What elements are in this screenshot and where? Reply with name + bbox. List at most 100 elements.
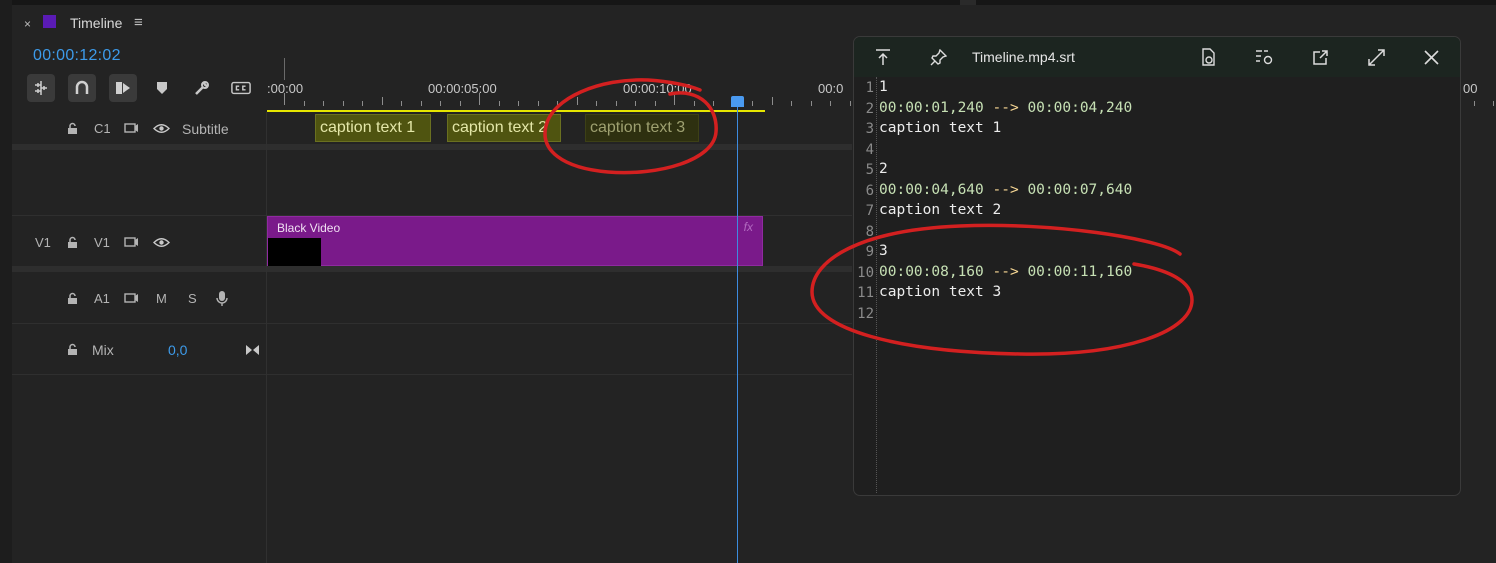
code-line: 00:00:08,160 --> 00:00:11,160 [879, 264, 1132, 280]
microphone-icon[interactable] [215, 289, 229, 307]
panel-top-border [12, 0, 1496, 5]
mix-label: Mix [92, 342, 114, 358]
ruler-label: 00 [1463, 81, 1478, 96]
ruler-tick [849, 101, 851, 106]
tab-title[interactable]: Timeline [70, 15, 122, 31]
caption-clip[interactable]: caption text 3 [585, 114, 699, 142]
insert-sequence-icon[interactable] [27, 74, 55, 102]
track-name-subtitle[interactable]: Subtitle [182, 121, 229, 137]
eye-icon[interactable] [152, 235, 170, 249]
ruler-tick [1493, 101, 1494, 106]
eye-icon[interactable] [152, 121, 170, 135]
timecode-arrow: --> [992, 182, 1019, 198]
solo-button[interactable]: S [188, 291, 197, 306]
ruler-tick [537, 101, 539, 106]
line-number: 6 [865, 183, 874, 199]
ruler-tick [674, 93, 675, 105]
lock-icon[interactable] [65, 342, 79, 356]
code-line: 00:00:01,240 --> 00:00:04,240 [879, 100, 1132, 116]
share-icon[interactable] [1309, 46, 1331, 68]
ruler-tick [440, 101, 441, 106]
caption-clip[interactable]: caption text 2 [447, 114, 561, 142]
ruler-tick [401, 101, 402, 106]
timecode-arrow: --> [992, 264, 1019, 280]
ruler-tick [654, 101, 656, 106]
expand-icon[interactable] [1365, 46, 1387, 68]
ruler-tick [771, 97, 773, 105]
timecode-end: 00:00:07,640 [1027, 182, 1133, 198]
line-number: 3 [865, 121, 874, 137]
bowtie-icon[interactable] [244, 343, 260, 357]
ruler-tick [810, 101, 812, 106]
ruler-tick [752, 101, 753, 106]
ruler-tick [479, 93, 480, 105]
line-number: 9 [865, 244, 874, 260]
ruler-tick [342, 101, 344, 106]
code-line: caption text 2 [879, 202, 1002, 218]
notepad-window: Timeline.mp4.srt 1 2 3 4 5 6 7 8 9 10 11… [853, 36, 1461, 496]
line-number: 12 [857, 306, 874, 322]
caption-clip[interactable]: caption text 1 [315, 114, 431, 142]
captions-icon[interactable] [231, 78, 251, 98]
go-to-top-icon[interactable] [872, 46, 894, 68]
linked-selection-icon[interactable] [109, 74, 137, 102]
file-settings-icon[interactable] [1197, 46, 1219, 68]
ruler-label: :00:00 [267, 81, 304, 96]
track-target-v1[interactable]: V1 [94, 235, 110, 250]
timecode-start: 00:00:01,240 [879, 100, 984, 116]
lock-icon[interactable] [65, 291, 79, 305]
pin-icon[interactable] [927, 46, 949, 68]
ruler-tick [576, 97, 578, 105]
clip-label: Black Video [277, 221, 341, 235]
mute-button[interactable]: M [156, 291, 167, 306]
lock-icon[interactable] [65, 121, 79, 135]
track-separator[interactable] [12, 144, 852, 150]
sync-lock-icon[interactable] [123, 291, 139, 305]
track-target-a1[interactable]: A1 [94, 291, 110, 306]
ruler-tick [284, 93, 285, 105]
ruler-label: 00:0 [818, 81, 844, 96]
line-number: 4 [865, 142, 874, 158]
ruler-tick [1473, 101, 1475, 106]
ruler-label: 00:00:10:00 [623, 81, 692, 96]
ruler-tick [557, 101, 558, 106]
text-editor[interactable]: 1 2 3 4 5 6 7 8 9 10 11 12 1 00:00:01,24… [854, 77, 1460, 495]
line-number: 8 [865, 224, 874, 240]
code-line: 3 [879, 243, 888, 259]
ruler-start-tick [284, 58, 285, 80]
snap-magnet-icon[interactable] [68, 74, 96, 102]
sync-lock-icon[interactable] [123, 121, 139, 135]
track-target-c1[interactable]: C1 [94, 121, 111, 136]
video-clip[interactable]: Black Video fx [267, 216, 763, 266]
sequence-color-swatch [43, 15, 56, 28]
code-line: caption text 3 [879, 284, 1002, 300]
ruler-tick [518, 101, 519, 106]
panel-menu-icon[interactable]: ≡ [134, 14, 143, 31]
mix-volume-value[interactable]: 0,0 [168, 342, 187, 358]
source-patch-v1[interactable]: V1 [35, 235, 51, 250]
window-title: Timeline.mp4.srt [972, 49, 1075, 65]
timeline-tab[interactable]: × Timeline ≡ [12, 8, 212, 38]
wrench-icon[interactable] [192, 78, 212, 98]
code-line: 00:00:04,640 --> 00:00:07,640 [879, 182, 1132, 198]
notepad-titlebar[interactable]: Timeline.mp4.srt [854, 37, 1460, 77]
sync-lock-icon[interactable] [123, 235, 139, 249]
playhead-timecode[interactable]: 00:00:12:02 [33, 47, 121, 65]
playhead-line[interactable] [737, 105, 738, 563]
close-icon[interactable] [1420, 46, 1442, 68]
playhead-handle[interactable] [731, 96, 744, 107]
tab-close-button[interactable]: × [24, 17, 31, 31]
line-number: 5 [865, 162, 874, 178]
fx-badge[interactable]: fx [744, 220, 753, 234]
marker-icon[interactable] [152, 78, 172, 98]
track-separator[interactable] [12, 266, 852, 272]
track-divider [12, 323, 852, 324]
code-line: caption text 1 [879, 120, 1002, 136]
list-settings-icon[interactable] [1253, 46, 1275, 68]
lock-icon[interactable] [65, 235, 79, 249]
track-divider [12, 374, 852, 375]
clip-thumbnail [268, 238, 321, 266]
ruler-tick [459, 101, 461, 106]
work-area-bar[interactable] [267, 110, 765, 112]
ruler-tick [323, 101, 324, 106]
